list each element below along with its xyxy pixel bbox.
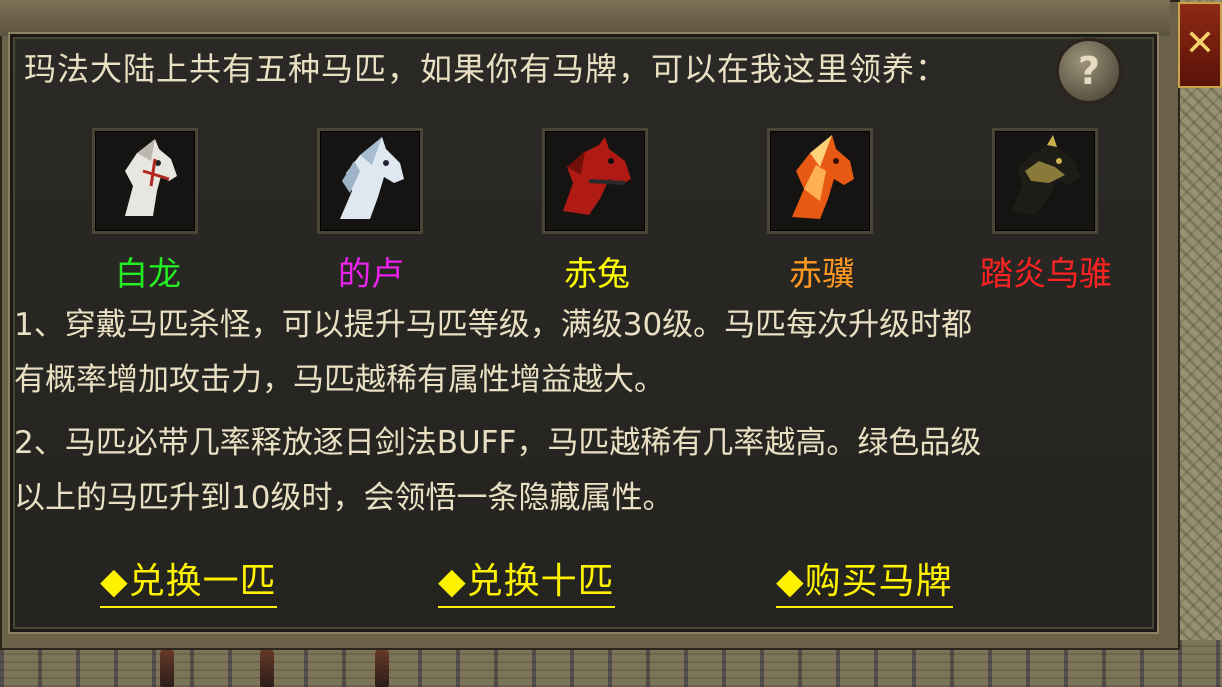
horse-name-tayanwuzhui: 踏炎乌骓 bbox=[980, 254, 1112, 293]
horse-slot-tayanwuzhui[interactable] bbox=[992, 128, 1098, 234]
character-sprite[interactable] bbox=[375, 648, 389, 687]
dialog-frame-top bbox=[0, 0, 1170, 36]
rule-1-line-1: 1、穿戴马匹杀怪，可以提升马匹等级，满级30级。马匹每次升级时都 bbox=[14, 307, 973, 343]
character-sprite[interactable] bbox=[160, 648, 174, 687]
horse-name-bailong: 白龙 bbox=[115, 254, 181, 293]
horse-slot-dilu[interactable] bbox=[317, 128, 423, 234]
horse-slot-chiji[interactable] bbox=[767, 128, 873, 234]
horse-name-chitu: 赤兔 bbox=[564, 254, 630, 293]
horse-dialog: 玛法大陆上共有五种马匹，如果你有马牌，可以在我这里领养： ? 白龙 的卢 赤兔 … bbox=[0, 0, 1180, 650]
flame-horse-icon bbox=[792, 135, 854, 219]
horse-name-dilu: 的卢 bbox=[338, 254, 404, 293]
exchange-ten-link[interactable]: ◆兑换十匹 bbox=[438, 552, 615, 608]
black-gold-horse-icon bbox=[1011, 135, 1081, 215]
exchange-one-link[interactable]: ◆兑换一匹 bbox=[100, 552, 277, 608]
description-rule-1: 1、穿戴马匹杀怪，可以提升马匹等级，满级30级。马匹每次升级时都 有概率增加攻击… bbox=[14, 298, 1144, 408]
red-horse-icon bbox=[563, 137, 631, 215]
silver-horse-icon bbox=[340, 137, 404, 219]
rule-2-line-2: 以上的马匹升到10级时，会领悟一条隐藏属性。 bbox=[14, 480, 674, 516]
rule-1-line-2: 有概率增加攻击力，马匹越稀有属性增益越大。 bbox=[14, 362, 665, 398]
white-horse-icon bbox=[125, 139, 177, 216]
horse-slot-chitu[interactable] bbox=[542, 128, 648, 234]
dialog-intro-text: 玛法大陆上共有五种马匹，如果你有马牌，可以在我这里领养： bbox=[24, 50, 949, 88]
horse-name-chiji: 赤骥 bbox=[789, 254, 855, 293]
horse-slot-bailong[interactable] bbox=[92, 128, 198, 234]
character-sprite[interactable] bbox=[260, 648, 274, 687]
close-button[interactable]: ✕ bbox=[1178, 2, 1222, 88]
buy-horse-token-link[interactable]: ◆购买马牌 bbox=[776, 552, 953, 608]
description-rule-2: 2、马匹必带几率释放逐日剑法BUFF，马匹越稀有几率越高。绿色品级 以上的马匹升… bbox=[14, 416, 1144, 526]
rule-2-line-1: 2、马匹必带几率释放逐日剑法BUFF，马匹越稀有几率越高。绿色品级 bbox=[14, 425, 982, 461]
close-icon: ✕ bbox=[1184, 23, 1216, 64]
help-button[interactable]: ? bbox=[1056, 38, 1122, 104]
question-icon: ? bbox=[1077, 49, 1101, 93]
